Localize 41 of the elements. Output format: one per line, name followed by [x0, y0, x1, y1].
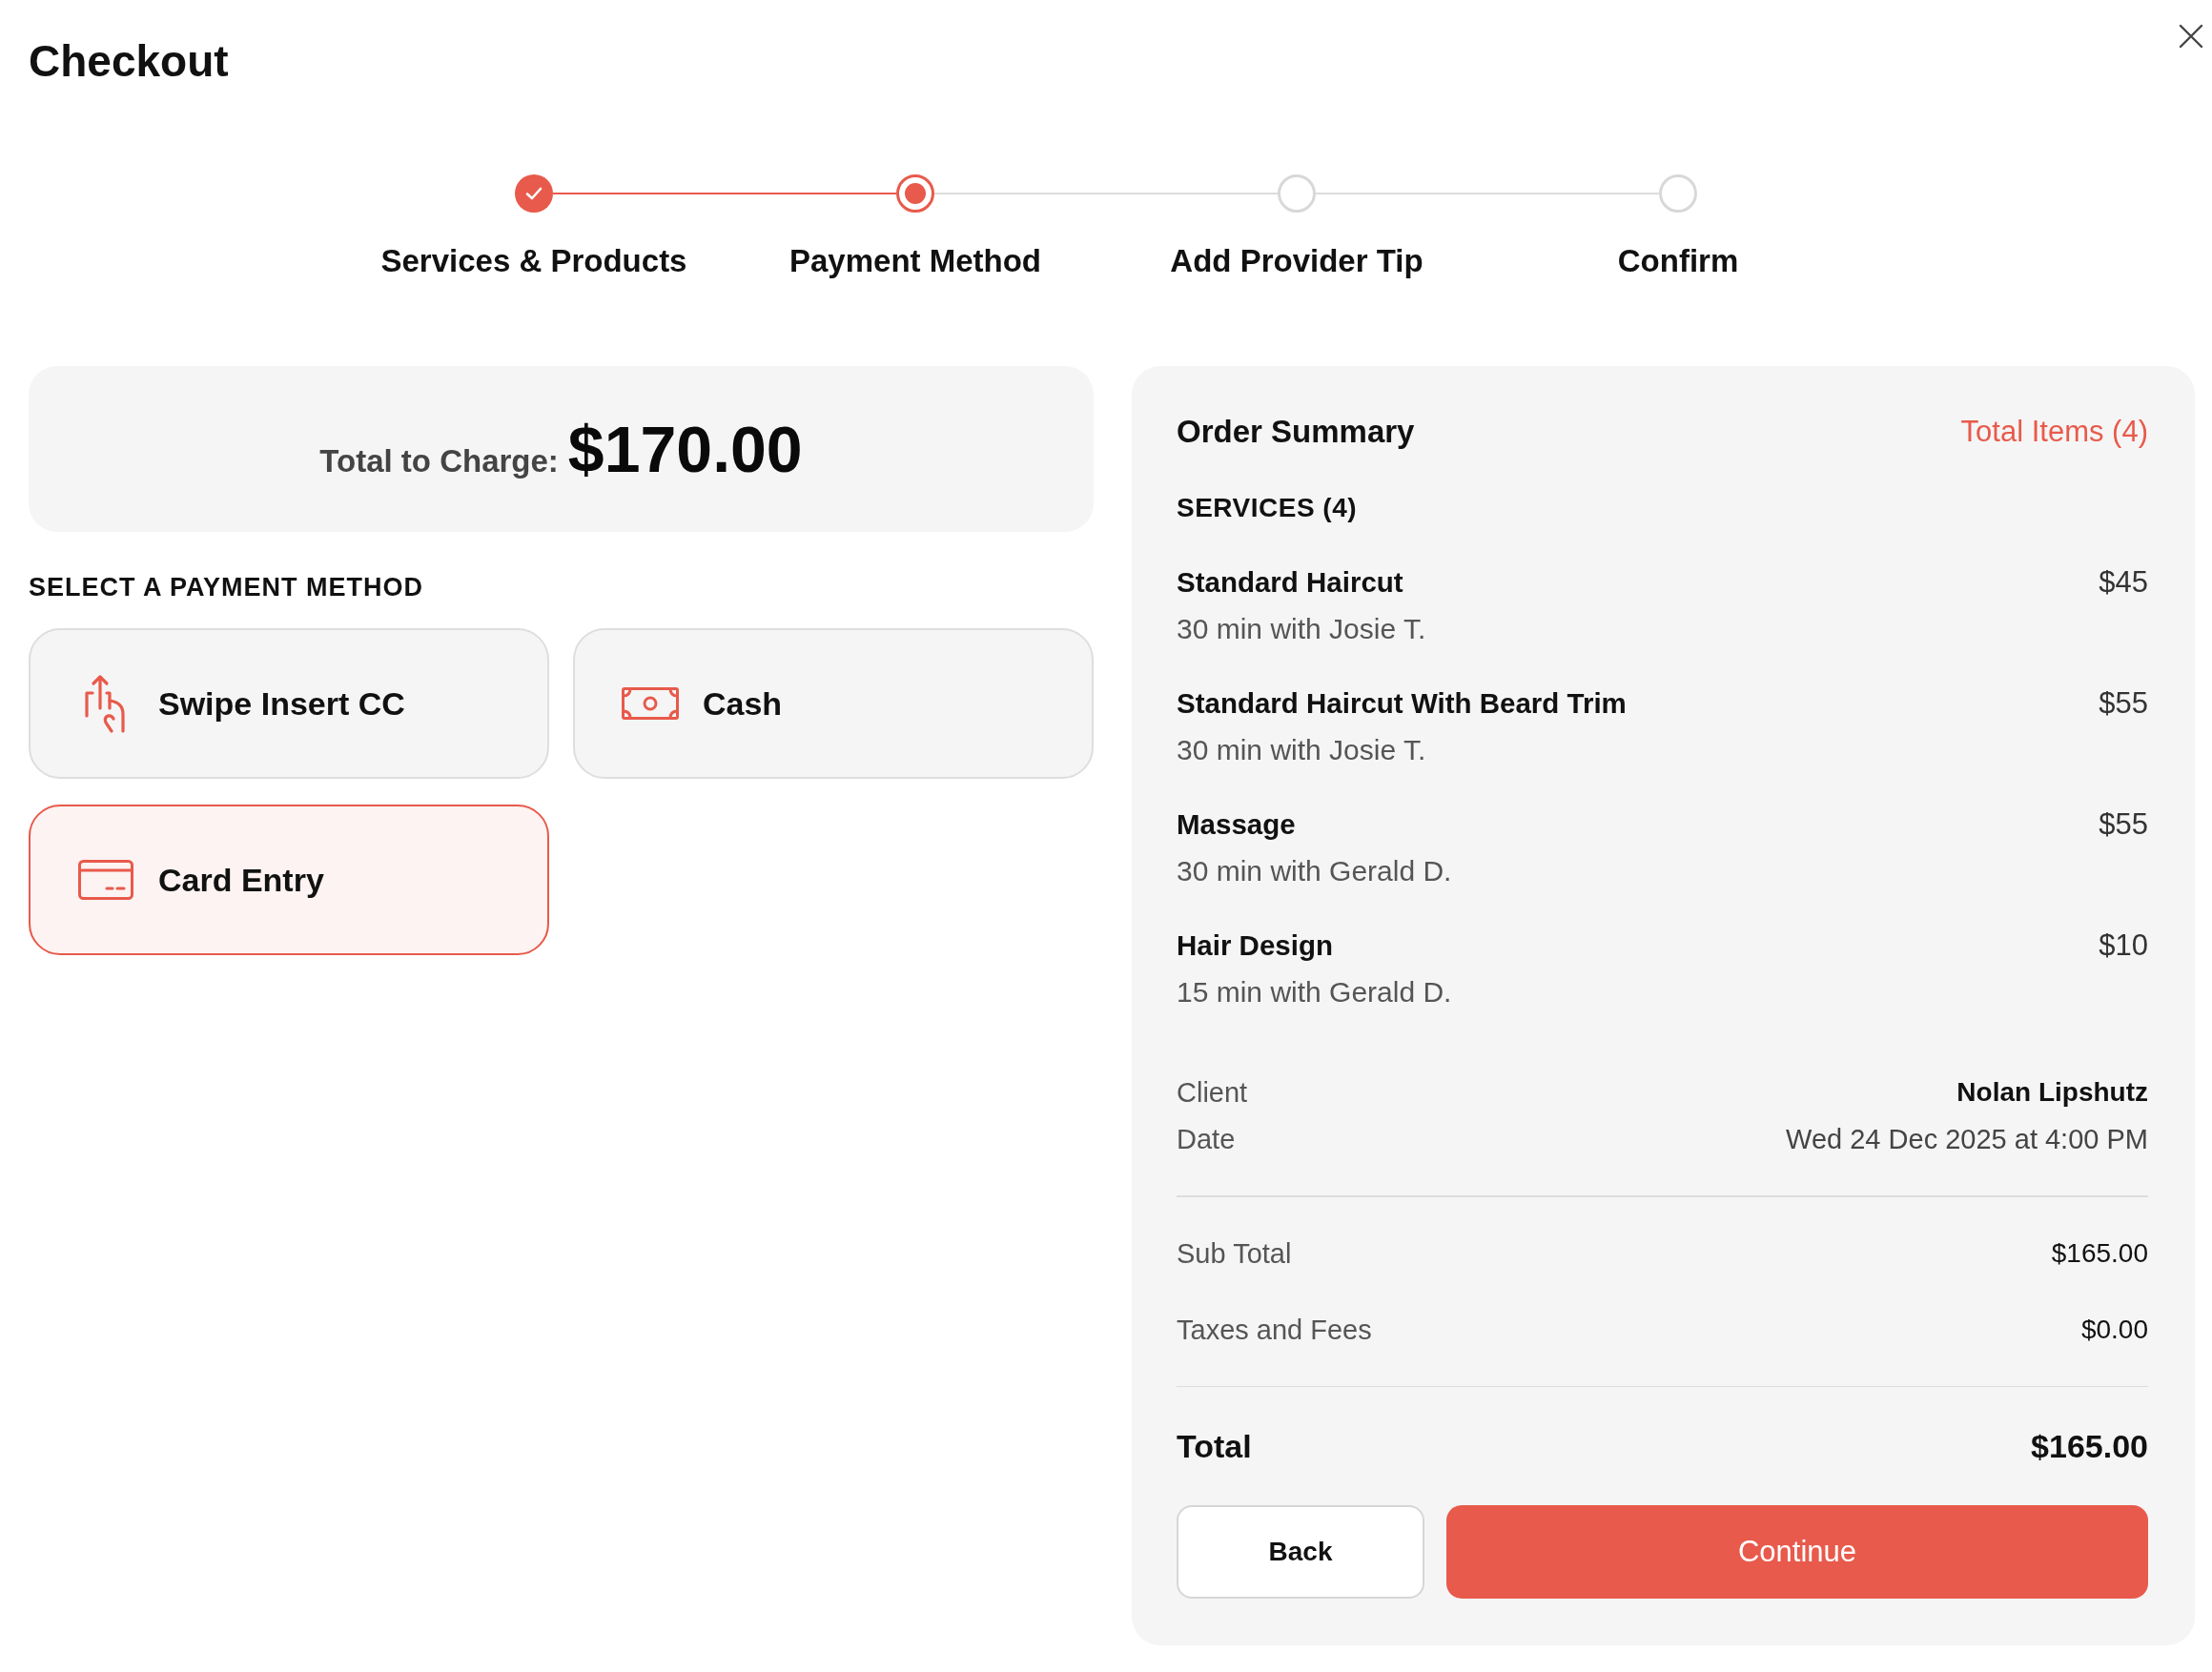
payment-method-button[interactable]: Swipe Insert CC	[29, 628, 549, 779]
service-detail: 15 min with Gerald D.	[1177, 976, 1452, 1009]
service-name: Hair Design	[1177, 929, 1333, 962]
grand-total-value: $165.00	[2031, 1427, 2148, 1465]
detail-value: Nolan Lipshutz	[1956, 1076, 2148, 1109]
payment-method-button[interactable]: Cash	[573, 628, 1094, 779]
total-value: $0.00	[2080, 1313, 2148, 1346]
step-label: Services & Products	[380, 242, 687, 280]
step-label: Payment Method	[789, 242, 1041, 280]
service-detail: 30 min with Gerald D.	[1177, 855, 1452, 887]
banknote-icon	[622, 687, 679, 720]
detail-label: Client	[1177, 1076, 1248, 1109]
charge-amount: $170.00	[567, 412, 803, 486]
summary-title: Order Summary	[1177, 413, 1415, 451]
item-count: Total Items (4)	[1960, 414, 2148, 450]
credit-card-icon	[78, 860, 133, 900]
payment-method-button[interactable]: Card Entry	[29, 805, 549, 955]
charge-label: Total to Charge:	[319, 443, 559, 479]
service-price: $45	[2099, 566, 2148, 599]
service-price: $55	[2099, 808, 2148, 841]
page-title: Checkout	[29, 35, 229, 88]
grand-total-label: Total	[1177, 1427, 1252, 1465]
section-heading: SELECT A PAYMENT METHOD	[29, 572, 424, 602]
service-name: Standard Haircut	[1177, 566, 1403, 599]
service-detail: 30 min with Josie T.	[1177, 734, 1426, 766]
service-name: Standard Haircut With Beard Trim	[1177, 687, 1627, 720]
service-name: Massage	[1177, 808, 1296, 841]
total-value: $165.00	[2051, 1236, 2148, 1270]
continue-button[interactable]: Continue	[1446, 1505, 2148, 1599]
service-detail: 30 min with Josie T.	[1177, 613, 1426, 645]
close-icon	[2179, 24, 2203, 49]
detail-value: Wed 24 Dec 2025 at 4:00 PM	[1786, 1123, 2148, 1155]
total-label: Sub Total	[1177, 1236, 1292, 1270]
detail-label: Date	[1177, 1123, 1236, 1155]
service-price: $10	[2099, 929, 2148, 962]
total-label: Taxes and Fees	[1177, 1313, 1372, 1346]
back-button[interactable]: Back	[1177, 1505, 1424, 1599]
step-label: Add Provider Tip	[1170, 242, 1423, 280]
section-label: SERVICES (4)	[1177, 492, 1358, 524]
step-label: Confirm	[1617, 242, 1739, 280]
service-price: $55	[2099, 687, 2148, 720]
